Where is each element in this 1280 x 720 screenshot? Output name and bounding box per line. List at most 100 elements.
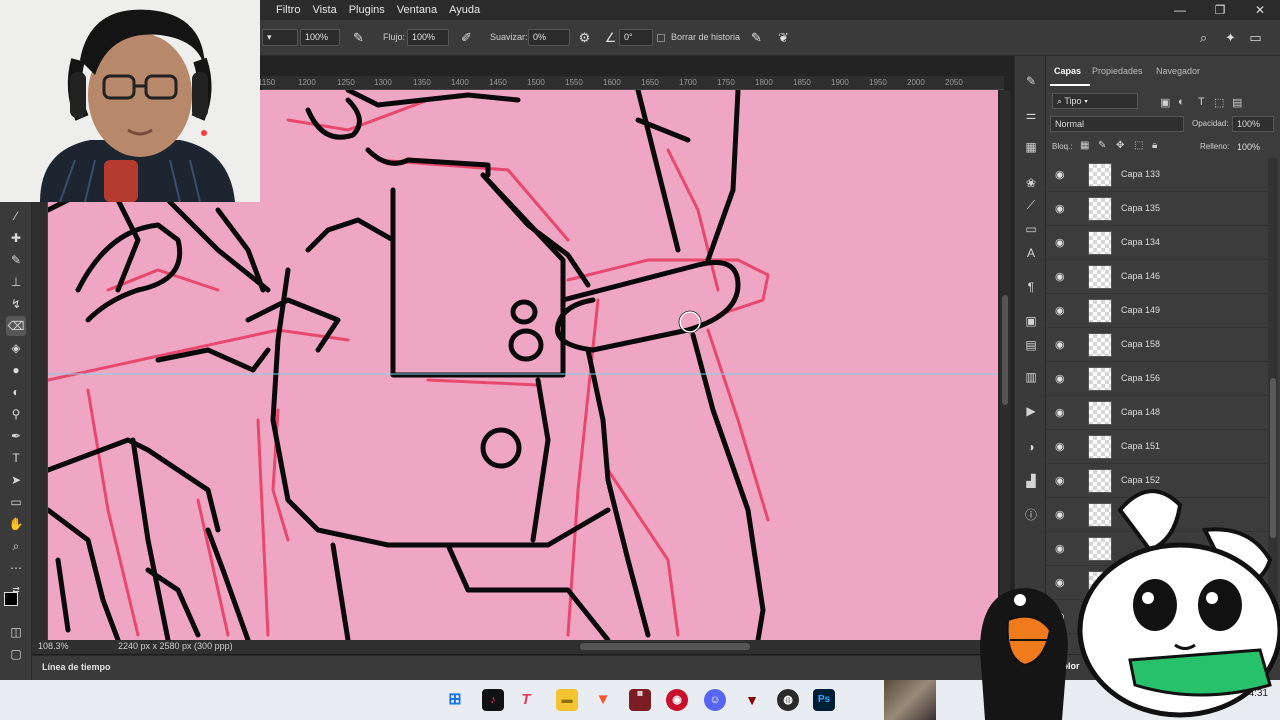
rectangle-tool-icon[interactable]: ▭: [6, 492, 26, 512]
gear-icon[interactable]: ⚙: [576, 29, 593, 46]
blur-tool-icon[interactable]: ●: [6, 360, 26, 380]
brush-size-dropdown[interactable]: ▾: [262, 29, 298, 46]
foreground-color-swatch[interactable]: [4, 592, 18, 606]
pressure-opacity-icon[interactable]: ✎: [350, 29, 367, 46]
menu-plugins[interactable]: Plugins: [343, 0, 391, 20]
layer-filter-dropdown[interactable]: ⌕ Tipo ▾: [1052, 93, 1138, 109]
visibility-eye-icon[interactable]: ◉: [1055, 169, 1067, 181]
visibility-eye-icon[interactable]: ◉: [1055, 203, 1067, 215]
restore-icon[interactable]: ❐: [1200, 0, 1240, 20]
visibility-eye-icon[interactable]: ◉: [1055, 305, 1067, 317]
filter-type-icon[interactable]: T: [1198, 96, 1205, 108]
comments-icon[interactable]: ▭: [1022, 220, 1040, 238]
filter-smart-object-icon[interactable]: ▤: [1232, 96, 1242, 109]
smoothing-field[interactable]: 0%: [528, 29, 570, 46]
flow-field[interactable]: 100%: [407, 29, 449, 46]
lock-all-icon[interactable]: 🔒︎: [1152, 140, 1157, 151]
layer-row[interactable]: ◉ Capa 158: [1046, 328, 1268, 362]
clone-stamp-icon[interactable]: ⊥: [6, 272, 26, 292]
visibility-eye-icon[interactable]: ◉: [1055, 407, 1067, 419]
lightbulb-icon[interactable]: ✦: [1222, 29, 1239, 46]
eyedropper-icon[interactable]: ⁄: [6, 206, 26, 226]
horizontal-scrollbar[interactable]: [580, 643, 750, 650]
layer-row[interactable]: ◉ Capa 156: [1046, 362, 1268, 396]
paths-icon[interactable]: ⟋: [1022, 196, 1040, 214]
windows-start-icon[interactable]: ⊞: [444, 689, 466, 711]
character-icon[interactable]: A: [1022, 244, 1040, 262]
lock-transparent-icon[interactable]: ▦: [1080, 140, 1089, 151]
close-icon[interactable]: ✕: [1240, 0, 1280, 20]
actions-icon[interactable]: ▶: [1022, 402, 1040, 420]
visibility-eye-icon[interactable]: ◉: [1055, 271, 1067, 283]
brush-tool-icon[interactable]: ✎: [6, 250, 26, 270]
workspace-icon[interactable]: ▭: [1247, 29, 1264, 46]
layer-row[interactable]: ◉ Capa 151: [1046, 430, 1268, 464]
opacity-field[interactable]: 100%: [300, 29, 340, 46]
menu-ayuda[interactable]: Ayuda: [443, 0, 486, 20]
airbrush-icon[interactable]: ✐: [458, 29, 475, 46]
dodge-tool-icon[interactable]: ◐: [6, 382, 26, 402]
tab-navegador[interactable]: Navegador: [1156, 66, 1200, 76]
blend-mode-dropdown[interactable]: Normal: [1050, 116, 1184, 132]
search-icon[interactable]: ⌕: [1195, 29, 1212, 46]
layer-row[interactable]: ◉ Capa 146: [1046, 260, 1268, 294]
tiktok-icon[interactable]: ♪: [482, 689, 504, 711]
angle-field[interactable]: 0°: [619, 29, 653, 46]
hand-tool-icon[interactable]: ✋: [6, 514, 26, 534]
scroll-thumb[interactable]: [1002, 295, 1008, 405]
lock-pixels-icon[interactable]: ✎: [1098, 140, 1106, 151]
zoom-level[interactable]: 108.3%: [38, 641, 69, 651]
eraser-tool-icon[interactable]: ⌫: [6, 316, 26, 336]
screen-mode-icon[interactable]: ▢: [6, 644, 26, 664]
voicemeeter-icon[interactable]: ▤: [629, 689, 651, 711]
filter-shape-icon[interactable]: ⬚: [1214, 96, 1224, 109]
adjustments-icon[interactable]: ⚌: [1022, 106, 1040, 124]
menu-filtro[interactable]: Filtro: [270, 0, 306, 20]
layer-comps-icon[interactable]: ▥: [1022, 368, 1040, 386]
app-red-icon[interactable]: ◉: [666, 689, 688, 711]
symmetry-butterfly-icon[interactable]: ❦: [775, 29, 792, 46]
obs-icon[interactable]: ◍: [777, 689, 799, 711]
visibility-eye-icon[interactable]: ◉: [1055, 237, 1067, 249]
lock-position-icon[interactable]: ✥: [1116, 140, 1124, 151]
zoom-tool-icon[interactable]: ⌕: [6, 536, 26, 556]
styles-icon[interactable]: ◑: [1022, 438, 1040, 456]
media-thumbnail[interactable]: [884, 680, 936, 720]
discord-icon[interactable]: ☺: [704, 689, 726, 711]
brush-settings-icon[interactable]: ✎: [1022, 72, 1040, 90]
filter-adjustment-icon[interactable]: ◐: [1178, 96, 1185, 108]
visibility-eye-icon[interactable]: ◉: [1055, 373, 1067, 385]
visibility-eye-icon[interactable]: ◉: [1055, 441, 1067, 453]
pressure-size-icon[interactable]: ✎: [748, 29, 765, 46]
lock-artboard-icon[interactable]: ⬚: [1134, 140, 1143, 151]
swatches-grid-icon[interactable]: ▦: [1022, 138, 1040, 156]
spot-healing-icon[interactable]: ✚: [6, 228, 26, 248]
minimize-icon[interactable]: —: [1160, 0, 1200, 20]
layer-row[interactable]: ◉ Capa 135: [1046, 192, 1268, 226]
timeline-panel[interactable]: Línea de tiempo: [32, 655, 1014, 680]
smudge-icon[interactable]: ⚲: [6, 404, 26, 424]
layer-opacity-field[interactable]: 100%: [1232, 116, 1274, 132]
layer-row[interactable]: ◉ Capa 149: [1046, 294, 1268, 328]
visibility-eye-icon[interactable]: ◉: [1055, 339, 1067, 351]
path-selection-icon[interactable]: ➤: [6, 470, 26, 490]
menu-ventana[interactable]: Ventana: [391, 0, 443, 20]
app-dark-icon[interactable]: ▼: [741, 689, 763, 711]
menu-vista[interactable]: Vista: [306, 0, 342, 20]
filter-pixel-icon[interactable]: ▣: [1160, 96, 1170, 109]
type-tool-icon[interactable]: T: [6, 448, 26, 468]
erase-history-checkbox[interactable]: [656, 29, 666, 46]
layer-row[interactable]: ◉ Capa 134: [1046, 226, 1268, 260]
more-tools-icon[interactable]: ⋯: [6, 558, 26, 578]
gradients-icon[interactable]: ▣: [1022, 312, 1040, 330]
paint-bucket-icon[interactable]: ◈: [6, 338, 26, 358]
quick-mask-icon[interactable]: ◫: [6, 622, 26, 642]
pen-tool-icon[interactable]: ✒: [6, 426, 26, 446]
libraries-icon[interactable]: ❀: [1022, 174, 1040, 192]
layer-row[interactable]: ◉ Capa 133: [1046, 158, 1268, 192]
tab-capas[interactable]: Capas: [1054, 66, 1081, 76]
layer-row[interactable]: ◉ Capa 148: [1046, 396, 1268, 430]
typora-icon[interactable]: T: [515, 689, 537, 711]
fill-field[interactable]: 100%: [1232, 139, 1274, 155]
paragraph-icon[interactable]: ¶: [1022, 278, 1040, 296]
